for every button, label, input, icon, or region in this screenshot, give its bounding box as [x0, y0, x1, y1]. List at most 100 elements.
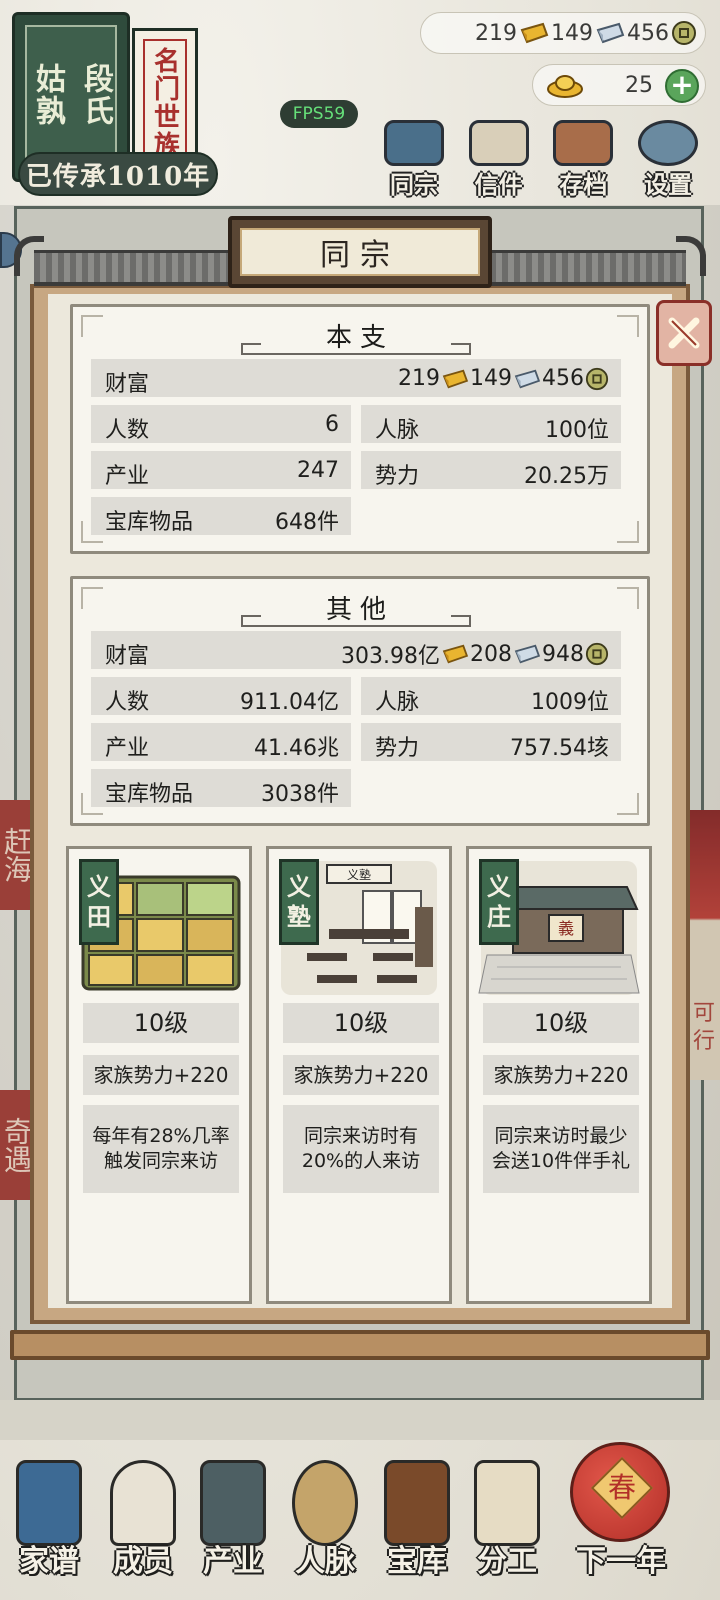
- silver-count: 149: [551, 20, 593, 46]
- facility-card-charity-school[interactable]: 义塾 义 塾 10级 家族势力+220 同宗来访时有20%的人来访: [266, 846, 452, 1304]
- nav-next-year-label: 下一年: [576, 1544, 666, 1579]
- facility-bonus: 家族势力+220: [283, 1055, 439, 1095]
- nav-next-year[interactable]: 下一年: [566, 1440, 676, 1600]
- others-power-label: 势力: [375, 736, 420, 761]
- copper-coin-icon: [672, 21, 696, 45]
- top-nav-clan-label: 同宗: [390, 170, 438, 199]
- main-power-value: 20.25万: [524, 464, 609, 489]
- nav-members-label: 成员: [113, 1544, 173, 1579]
- facility-description: 同宗来访时有20%的人来访: [283, 1105, 439, 1193]
- others-people-label: 人数: [105, 690, 150, 715]
- main-network-row: 人脉 100位: [361, 405, 621, 443]
- main-branch-card: 本支 财富 219 149 456 人数 6 人脉 100位 产业 247 势力…: [70, 304, 650, 554]
- network-graph-icon: [292, 1460, 358, 1546]
- others-industry-label: 产业: [105, 736, 150, 761]
- facility-tag-char: 义: [487, 872, 511, 901]
- main-wealth-copper: 456: [542, 366, 584, 391]
- others-wealth-copper: 948: [542, 641, 584, 667]
- top-nav-letters-label: 信件: [474, 170, 523, 199]
- modal-title: 同宗: [240, 228, 480, 276]
- silver-ingot-icon: [514, 644, 541, 664]
- others-wealth-silver: 208: [470, 641, 512, 667]
- scroll-icon: [474, 1460, 540, 1546]
- facility-tag: 义 田: [79, 859, 119, 945]
- top-nav-save[interactable]: 存档: [545, 118, 621, 200]
- facility-tag-char: 庄: [487, 902, 511, 931]
- facility-description: 每年有28%几率触发同宗来访: [83, 1105, 239, 1193]
- main-wealth-gold: 219: [398, 366, 440, 391]
- gold-ingot-icon: [442, 369, 469, 388]
- others-network-label: 人脉: [375, 690, 420, 715]
- facility-tag: 义 庄: [479, 859, 519, 945]
- facility-bonus: 家族势力+220: [83, 1055, 239, 1095]
- nav-genealogy-label: 家谱: [19, 1544, 79, 1579]
- heritage-years: 已传承1010年: [18, 152, 218, 196]
- facility-tag-char: 塾: [287, 902, 311, 931]
- facility-bonus: 家族势力+220: [483, 1055, 639, 1095]
- facility-card-charity-estate[interactable]: 義 义 庄 10级 家族势力+220 同宗来访时最少会送10件伴手礼: [466, 846, 652, 1304]
- others-vault-row: 宝库物品 3038件: [91, 769, 351, 807]
- main-people-row: 人数 6: [91, 405, 351, 443]
- add-yuanbao-button[interactable]: +: [665, 69, 699, 103]
- nav-industry[interactable]: 产业: [188, 1440, 278, 1600]
- gold-ingot-icon: [520, 22, 549, 44]
- school-sign-text: 义塾: [347, 867, 371, 882]
- clan-name-col-1: 段氏: [78, 63, 113, 127]
- others-network-value: 1009位: [531, 690, 609, 715]
- yuanbao-bar: 25 +: [532, 64, 706, 106]
- pavilion-icon: [200, 1460, 266, 1546]
- close-icon: [668, 317, 700, 349]
- facility-level: 10级: [283, 1003, 439, 1043]
- others-card: 其他 财富 303.98亿 208 948 人数 911.04亿 人脉 1009…: [70, 576, 650, 826]
- facility-level: 10级: [83, 1003, 239, 1043]
- others-power-value: 757.54垓: [510, 736, 609, 761]
- others-industry-value: 41.46兆: [254, 736, 339, 761]
- clan-name-col-2: 姑孰: [30, 63, 65, 127]
- main-vault-label: 宝库物品: [105, 510, 194, 535]
- nav-division[interactable]: 分工: [462, 1440, 552, 1600]
- others-wealth-gold: 303.98亿: [341, 644, 440, 669]
- facility-card-charity-field[interactable]: 义 田 10级 家族势力+220 每年有28%几率触发同宗来访: [66, 846, 252, 1304]
- top-nav-clan[interactable]: 同宗: [376, 118, 452, 200]
- silver-ingot-icon: [596, 22, 625, 44]
- main-people-label: 人数: [105, 418, 150, 443]
- resource-bar: 219 149 456: [420, 12, 706, 54]
- top-nav-settings[interactable]: 设置: [630, 118, 706, 200]
- main-wealth-row: 财富 219 149 456: [91, 359, 621, 397]
- main-vault-row: 宝库物品 648件: [91, 497, 351, 535]
- top-nav-letters[interactable]: 信件: [461, 118, 537, 200]
- save-scroll-icon: [553, 120, 614, 166]
- nav-vault-label: 宝库: [387, 1544, 447, 1579]
- main-industry-row: 产业 247: [91, 451, 351, 489]
- others-vault-value: 3038件: [261, 782, 339, 807]
- nav-genealogy[interactable]: 家谱: [4, 1440, 94, 1600]
- main-wealth-silver: 149: [470, 366, 512, 391]
- main-industry-label: 产业: [105, 464, 150, 489]
- main-wealth-label: 财富: [105, 372, 150, 397]
- facility-description: 同宗来访时最少会送10件伴手礼: [483, 1105, 639, 1193]
- nav-network[interactable]: 人脉: [280, 1440, 370, 1600]
- nav-members[interactable]: 成员: [98, 1440, 188, 1600]
- clan-books-icon: [384, 120, 444, 166]
- treasure-chest-icon: [384, 1460, 450, 1546]
- yuanbao-count: 25: [625, 73, 653, 98]
- gold-ingot-icon: [442, 644, 469, 664]
- clan-rank-label: 名门世族: [143, 39, 187, 167]
- silver-ingot-icon: [514, 369, 541, 388]
- facility-tag: 义 塾: [279, 859, 319, 945]
- title-divider: [241, 341, 471, 355]
- member-portrait-icon: [110, 1460, 176, 1546]
- close-button[interactable]: [656, 300, 712, 366]
- main-power-row: 势力 20.25万: [361, 451, 621, 489]
- copper-count: 456: [627, 20, 669, 46]
- nav-vault[interactable]: 宝库: [372, 1440, 462, 1600]
- top-nav-save-label: 存档: [559, 170, 608, 199]
- facility-tag-char: 义: [87, 872, 111, 901]
- facility-tag-char: 田: [87, 902, 111, 931]
- others-vault-label: 宝库物品: [105, 782, 194, 807]
- title-divider: [241, 613, 471, 627]
- copper-coin-icon: [585, 642, 609, 666]
- main-vault-value: 648件: [275, 510, 339, 535]
- others-industry-row: 产业 41.46兆: [91, 723, 351, 761]
- nav-industry-label: 产业: [203, 1544, 263, 1579]
